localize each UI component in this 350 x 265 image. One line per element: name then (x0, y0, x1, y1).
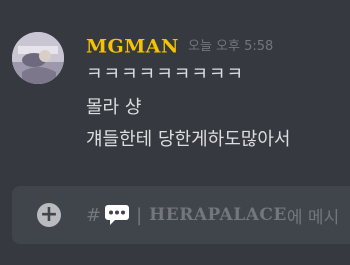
hash-symbol: # (86, 204, 102, 226)
message-line: 걔들한테 당한게하도많아서 (86, 129, 291, 150)
message-header: MGMAN 오늘 오후 5:58 (86, 34, 273, 59)
separator: | (136, 204, 143, 226)
username[interactable]: MGMAN (86, 36, 179, 58)
placeholder-suffix: 에 메시 (286, 207, 340, 228)
plus-circle-icon[interactable]: + (37, 203, 61, 227)
chat-message: MGMAN 오늘 오후 5:58 ㅋㅋㅋㅋㅋㅋㅋㅋㅋ 몰라 샹 걔들한테 당한게… (0, 0, 350, 180)
channel-name: HERAPALACE (149, 205, 287, 225)
speech-bubble-icon (105, 205, 130, 225)
message-line: ㅋㅋㅋㅋㅋㅋㅋㅋㅋ (86, 64, 245, 85)
timestamp: 오늘 오후 5:58 (188, 38, 274, 54)
avatar-image (12, 32, 64, 84)
user-avatar[interactable] (12, 32, 64, 84)
message-input-placeholder[interactable]: # | HERAPALACE 에 메시 (86, 201, 339, 229)
message-composer[interactable]: + # | HERAPALACE 에 메시 (12, 186, 350, 244)
message-line: 몰라 샹 (86, 97, 142, 118)
